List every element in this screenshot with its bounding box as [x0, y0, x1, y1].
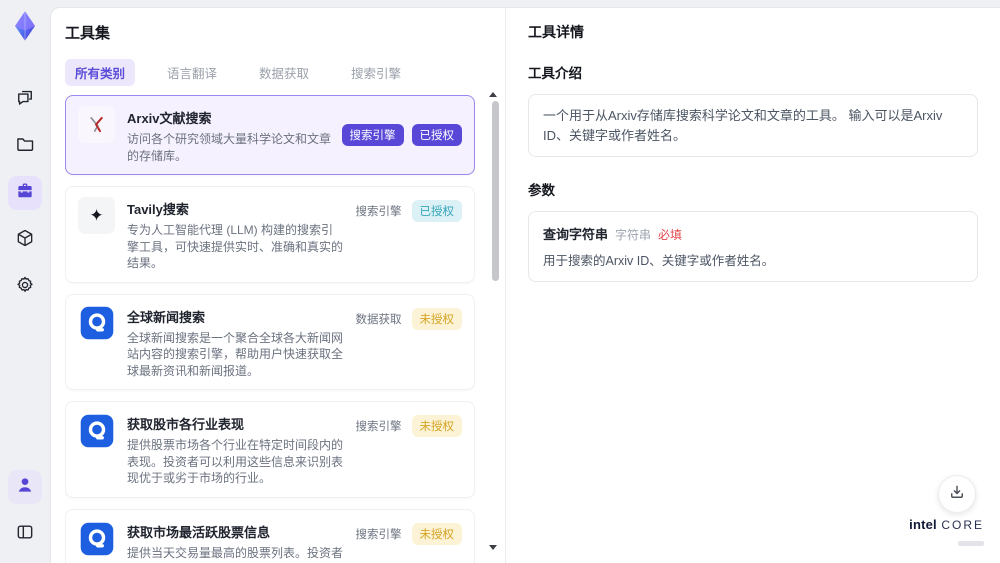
category-tab[interactable]: 搜索引擎 [341, 59, 411, 86]
intro-heading: 工具介绍 [528, 66, 582, 81]
sidebar-item-collapse[interactable] [8, 517, 42, 551]
tool-list-pane: 工具集 所有类别 语言翻译 数据获取 搜索引擎 Arxiv文献搜索 访问各个研究领域大… [51, 8, 506, 563]
sidebar-item-chat[interactable] [8, 82, 42, 116]
tool-name: 全球新闻搜索 [127, 309, 206, 325]
page-title: 工具集 [65, 25, 111, 42]
tool-description: 专为人工智能代理 (LLM) 构建的搜索引擎工具，可快速提供实时、准确和真实的结… [127, 223, 344, 271]
chat-icon [15, 87, 35, 112]
detail-title: 工具详情 [528, 24, 584, 40]
category-tabs: 所有类别 语言翻译 数据获取 搜索引擎 [65, 59, 475, 86]
params-heading: 参数 [528, 183, 555, 198]
category-badge: 数据获取 [355, 313, 402, 326]
category-tab[interactable]: 所有类别 [65, 59, 136, 86]
gear-icon [15, 275, 35, 300]
tool-detail-pane: 工具详情 工具介绍 一个用于从Arxiv存储库搜索科学论文和文章的工具。 输入可… [506, 8, 1000, 563]
sidebar-item-account[interactable] [8, 470, 42, 504]
param-required-badge: 必填 [658, 228, 683, 242]
stock-sector-logo-icon [78, 412, 115, 449]
tool-description: 提供股票市场各个行业在特定时间段内的表现。投资者可以利用这些信息来识别表现优于或… [127, 438, 344, 486]
category-badge: 搜索引擎 [355, 421, 402, 434]
auth-status-badge: 未授权 [411, 415, 462, 438]
auth-status-badge: 已授权 [411, 200, 462, 223]
list-item[interactable]: 获取市场最活跃股票信息 提供当天交易量最高的股票列表。投资者可以利用这些信息来识… [65, 509, 475, 563]
tool-name: Arxiv文献搜索 [127, 111, 212, 126]
param-card: 查询字符串 字符串 必填 用于搜索的Arxiv ID、关键字或作者姓名。 [528, 211, 978, 282]
toolbox-icon [15, 181, 35, 206]
user-icon [15, 475, 35, 500]
brand-intel: intel [909, 517, 937, 533]
sidebar-item-settings[interactable] [8, 270, 42, 304]
category-badge: 搜索引擎 [355, 206, 402, 219]
main-surface: 工具集 所有类别 语言翻译 数据获取 搜索引擎 Arxiv文献搜索 访问各个研究领域大… [50, 7, 1000, 563]
arxiv-logo-icon [78, 106, 115, 143]
auth-status-badge: 已授权 [411, 124, 462, 147]
download-icon [948, 483, 966, 506]
tool-description: 提供当天交易量最高的股票列表。投资者可以利用这些信息来识别流动性强的股票和潜在的… [127, 546, 344, 563]
folder-icon [15, 134, 35, 159]
tool-name: Tavily搜索 [127, 202, 189, 218]
download-button[interactable] [938, 475, 976, 513]
param-name: 查询字符串 [543, 227, 609, 242]
scrollbar-thumb[interactable] [492, 101, 499, 281]
tavily-star-icon: ✦ [78, 197, 115, 235]
list-item[interactable]: 全球新闻搜索 全球新闻搜索是一个聚合全球各大新闻网站内容的搜索引擎，帮助用户快速… [65, 293, 475, 391]
tool-list: Arxiv文献搜索 访问各个研究领域大量科学论文和文章的存储库。 搜索引擎 已授… [65, 95, 475, 563]
tool-name: 获取市场最活跃股票信息 [127, 525, 271, 541]
auth-status-badge: 未授权 [411, 307, 462, 330]
list-item[interactable]: ✦ Tavily搜索 专为人工智能代理 (LLM) 构建的搜索引擎工具，可快速提… [65, 186, 475, 283]
app-sidebar [0, 0, 50, 563]
cube-icon [15, 228, 35, 253]
category-badge: 搜索引擎 [355, 529, 402, 542]
category-tab[interactable]: 语言翻译 [157, 59, 227, 86]
panel-layout-icon [15, 522, 35, 547]
brand-subline [958, 541, 984, 547]
tool-name: 获取股市各行业表现 [127, 417, 245, 433]
brand-core: CORE [941, 518, 984, 533]
sidebar-item-tools[interactable] [8, 176, 42, 210]
param-desc: 用于搜索的Arxiv ID、关键字或作者姓名。 [543, 254, 775, 268]
param-type: 字符串 [615, 228, 652, 242]
active-stocks-logo-icon [78, 520, 115, 557]
sidebar-item-packages[interactable] [8, 223, 42, 257]
scrollbar-down-arrow[interactable] [489, 545, 497, 550]
category-badge: 搜索引擎 [341, 124, 404, 147]
news-search-logo-icon [78, 305, 115, 342]
tool-description: 全球新闻搜索是一个聚合全球各大新闻网站内容的搜索引擎，帮助用户快速获取全球最新资… [127, 330, 344, 378]
scrollbar-up-arrow[interactable] [489, 92, 497, 97]
category-tab[interactable]: 数据获取 [249, 59, 319, 86]
list-item[interactable]: 获取股市各行业表现 提供股票市场各个行业在特定时间段内的表现。投资者可以利用这些… [65, 401, 475, 499]
list-item[interactable]: Arxiv文献搜索 访问各个研究领域大量科学论文和文章的存储库。 搜索引擎 已授… [65, 95, 475, 176]
tool-description: 访问各个研究领域大量科学论文和文章的存储库。 [127, 132, 332, 163]
app-logo [9, 10, 41, 42]
sidebar-item-files[interactable] [8, 129, 42, 163]
intro-box: 一个用于从Arxiv存储库搜索科学论文和文章的工具。 输入可以是Arxiv ID… [528, 94, 978, 157]
auth-status-badge: 未授权 [411, 523, 462, 546]
intel-core-logo: intel CORE [909, 517, 984, 551]
